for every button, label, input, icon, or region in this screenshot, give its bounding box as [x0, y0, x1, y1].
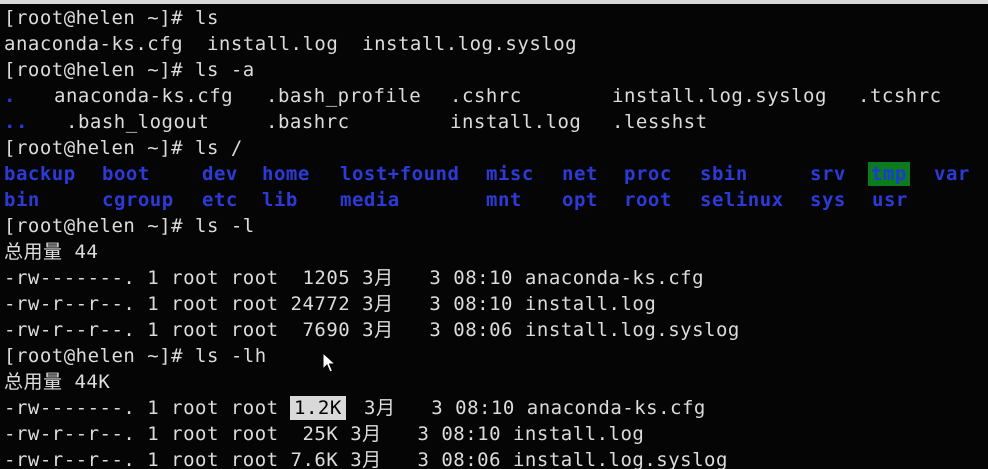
dir-boot: boot [102, 163, 150, 185]
dir-net: net [562, 163, 598, 185]
ls-lh-row-anaconda-suffix: 3月 3 08:10 anaconda-ks.cfg [364, 397, 706, 419]
file-bash-profile: .bash_profile [266, 85, 422, 107]
ls-a-output-row1: . anaconda-ks.cfg .bash_profile .cshrc i… [4, 84, 984, 108]
prompt-ls: [root@helen ~]# ls [4, 7, 219, 29]
prompt-ls-lh: [root@helen ~]# ls -lh [4, 345, 267, 367]
dir-dev: dev [202, 163, 238, 185]
file-bashrc: .bashrc [266, 111, 350, 133]
dir-cgroup: cgroup [102, 189, 174, 211]
ls-lh-total: 总用量 44K [4, 371, 111, 393]
dir-tmp: tmp [868, 162, 910, 186]
dir-media: media [340, 189, 400, 211]
dir-root: root [624, 189, 672, 211]
dir-backup: backup [4, 163, 76, 185]
terminal-window[interactable]: [root@helen ~]# ls anaconda-ks.cfg insta… [0, 4, 988, 469]
dir-etc: etc [202, 189, 238, 211]
file-install-log: install.log [450, 111, 582, 133]
dir-dotdot: .. [4, 111, 28, 133]
dir-sbin: sbin [700, 163, 748, 185]
prompt-ls-a: [root@helen ~]# ls -a [4, 59, 255, 81]
mouse-cursor-icon [322, 352, 336, 373]
ls-root-output-row2: bin cgroup etc lib media mnt opt root se… [4, 188, 984, 212]
dir-bin: bin [4, 189, 40, 211]
dir-selinux: selinux [700, 189, 784, 211]
dir-dot: . [4, 85, 16, 107]
dir-srv: srv [810, 163, 846, 185]
ls-lh-row-anaconda: -rw-------. 1 root root 1.2K 3月 3 08:10 … [4, 396, 984, 420]
ls-output: anaconda-ks.cfg install.log install.log.… [4, 33, 578, 55]
ls-l-row-install-syslog: -rw-r--r--. 1 root root 7690 3月 3 08:06 … [4, 319, 740, 341]
ls-l-row-anaconda: -rw-------. 1 root root 1205 3月 3 08:10 … [4, 267, 705, 289]
dir-lib: lib [262, 189, 298, 211]
file-bash-logout: .bash_logout [66, 111, 210, 133]
dir-proc: proc [624, 163, 672, 185]
ls-root-output-row1: backup boot dev home lost+found misc net… [4, 162, 984, 186]
file-anaconda-ks: anaconda-ks.cfg [54, 85, 234, 107]
dir-var: var [934, 163, 970, 185]
ls-lh-row-install-log: -rw-r--r--. 1 root root 25K 3月 3 08:10 i… [4, 423, 645, 445]
dir-misc: misc [486, 163, 534, 185]
ls-lh-row-install-syslog: -rw-r--r--. 1 root root 7.6K 3月 3 08:06 … [4, 449, 728, 469]
file-lesshst: .lesshst [612, 111, 708, 133]
ls-l-total: 总用量 44 [4, 241, 99, 263]
file-install-log-syslog: install.log.syslog [612, 85, 827, 107]
dir-home: home [262, 163, 310, 185]
dir-opt: opt [562, 189, 598, 211]
prompt-ls-root: [root@helen ~]# ls / [4, 137, 243, 159]
file-tcshrc: .tcshrc [858, 85, 942, 107]
prompt-ls-l: [root@helen ~]# ls -l [4, 215, 255, 237]
ls-a-output-row2: .. .bash_logout .bashrc install.log .les… [4, 110, 984, 134]
dir-lost-found: lost+found [340, 163, 460, 185]
dir-mnt: mnt [486, 189, 522, 211]
dir-usr: usr [872, 189, 908, 211]
ls-lh-row-anaconda-prefix: -rw-------. 1 root root [4, 397, 279, 419]
ls-l-row-install-log: -rw-r--r--. 1 root root 24772 3月 3 08:10… [4, 293, 657, 315]
file-cshrc: .cshrc [450, 85, 522, 107]
text-selection-size[interactable]: 1.2K [290, 396, 346, 420]
dir-sys: sys [810, 189, 846, 211]
